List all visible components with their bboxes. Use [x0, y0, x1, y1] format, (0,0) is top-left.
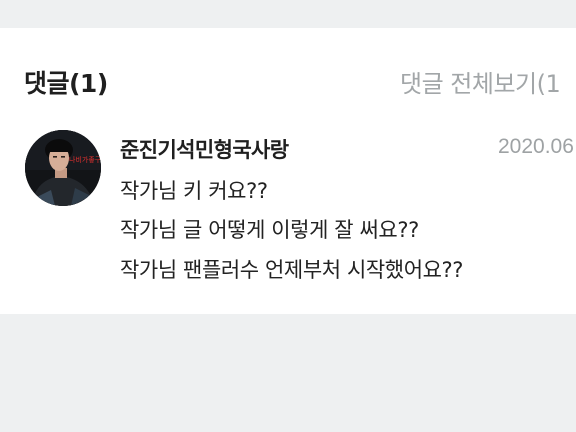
view-all-comments-link[interactable]: 댓글 전체보기(1: [400, 64, 561, 99]
user-avatar[interactable]: 나비가좋구나: [25, 130, 101, 206]
comment-text-line: 작가님 키 커요??: [120, 179, 268, 203]
comment-text-line: 작가님 팬플러수 언제부처 시작했어요??: [120, 258, 464, 282]
comments-card: 댓글(1) 댓글 전체보기(1 나비가좋구 준진기석민형국사랑 2020.06 …: [0, 28, 576, 314]
comment-author[interactable]: 준진기석민형국사랑: [120, 134, 289, 164]
avatar-overlay-text: 나비가좋구나: [69, 155, 101, 164]
comment-date: 2020.06: [498, 135, 574, 158]
comment-text-line: 작가님 글 어떻게 이렇게 잘 써요??: [120, 218, 419, 242]
avatar-photo-icon: 나비가좋구나: [25, 130, 101, 206]
comments-title: 댓글(1): [24, 69, 108, 98]
